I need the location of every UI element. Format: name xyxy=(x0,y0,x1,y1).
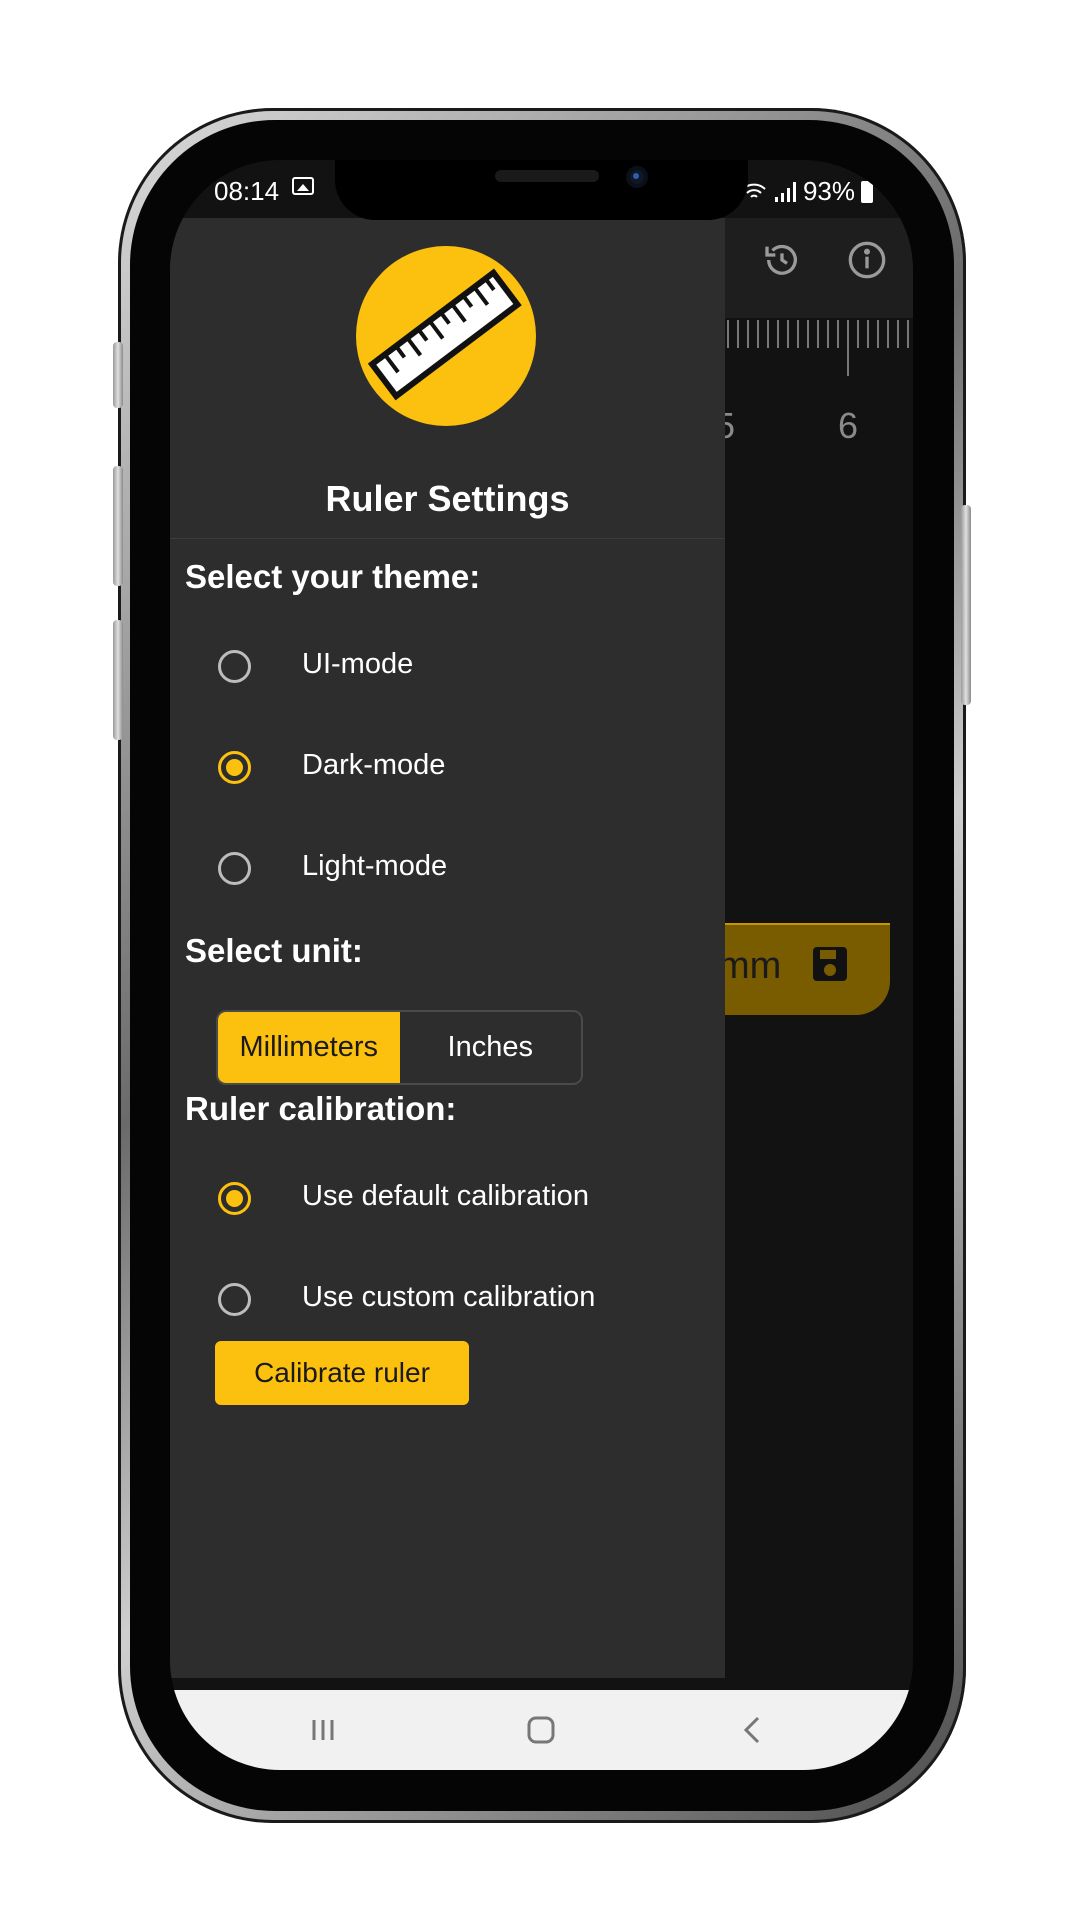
settings-drawer: Ruler Settings Select your theme: UI-mod… xyxy=(170,218,725,1678)
signal-icon xyxy=(773,181,797,202)
phone-button xyxy=(113,466,123,586)
theme-radio-ui[interactable] xyxy=(218,650,251,683)
unit-label: mm xyxy=(718,945,782,987)
calibration-option-label[interactable]: Use custom calibration xyxy=(302,1281,595,1314)
back-icon[interactable] xyxy=(735,1712,771,1748)
front-camera xyxy=(626,166,648,188)
theme-option-label[interactable]: Light-mode xyxy=(302,850,447,883)
navigation-bar xyxy=(170,1690,913,1770)
speaker xyxy=(495,170,599,182)
theme-option-label[interactable]: UI-mode xyxy=(302,648,413,681)
theme-section-label: Select your theme: xyxy=(185,558,481,595)
image-icon xyxy=(292,177,314,195)
calibrate-ruler-button[interactable]: Calibrate ruler xyxy=(215,1341,469,1405)
calibration-radio-default[interactable] xyxy=(218,1182,251,1215)
ruler-number: 6 xyxy=(838,405,859,446)
phone-button xyxy=(113,342,123,408)
home-icon[interactable] xyxy=(523,1712,559,1748)
unit-section-label: Select unit: xyxy=(185,932,363,969)
save-icon[interactable] xyxy=(813,947,847,981)
theme-option-label[interactable]: Dark-mode xyxy=(302,749,445,782)
ruler-scale xyxy=(727,320,909,376)
theme-radio-dark[interactable] xyxy=(218,751,251,784)
notch xyxy=(335,160,748,220)
theme-radio-light[interactable] xyxy=(218,852,251,885)
divider xyxy=(170,538,725,539)
battery-percent: 93% xyxy=(802,176,855,206)
phone-button xyxy=(113,620,123,740)
calibration-section-label: Ruler calibration: xyxy=(185,1090,457,1127)
status-icons: 93% xyxy=(741,176,873,207)
ruler-icon xyxy=(367,268,522,401)
unit-millimeters-button[interactable]: Millimeters xyxy=(218,1012,400,1083)
recents-icon[interactable] xyxy=(305,1712,341,1748)
phone-button xyxy=(961,505,971,705)
battery-icon xyxy=(861,180,873,203)
screen: 5 6 mm 08:14 93% Ruler Settings Select y… xyxy=(170,160,913,1770)
app-logo xyxy=(356,246,536,426)
drawer-title: Ruler Settings xyxy=(325,478,570,519)
history-icon[interactable] xyxy=(762,240,802,280)
unit-inches-button[interactable]: Inches xyxy=(400,1012,582,1083)
calibration-radio-custom[interactable] xyxy=(218,1283,251,1316)
calibration-option-label[interactable]: Use default calibration xyxy=(302,1180,589,1213)
status-time: 08:14 xyxy=(214,176,280,206)
info-icon[interactable] xyxy=(847,240,887,280)
unit-selector: Millimeters Inches xyxy=(216,1010,583,1085)
